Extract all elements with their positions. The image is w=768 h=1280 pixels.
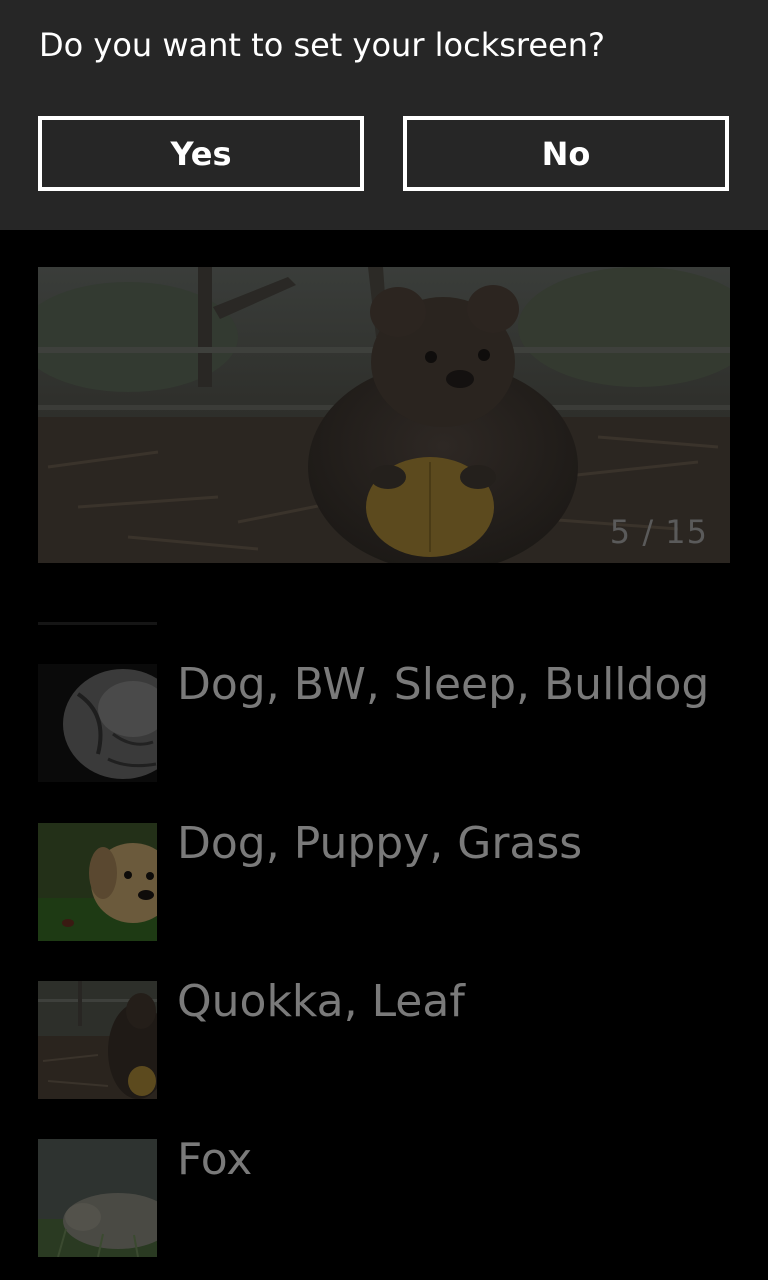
image-counter: 5 / 15 — [609, 513, 708, 551]
no-button[interactable]: No — [403, 116, 729, 191]
puppy-thumbnail — [38, 823, 157, 941]
hero-image[interactable]: 5 / 15 — [38, 267, 730, 563]
list-item-partial — [38, 622, 157, 625]
list-item[interactable]: Quokka, Leaf — [38, 976, 730, 1099]
fox-thumbnail — [38, 1139, 157, 1257]
page-content: 5 / 15 Dog, BW, Sleep, Bulldog Dog, Pupp… — [0, 230, 768, 1280]
bulldog-thumbnail — [38, 664, 157, 782]
list-item[interactable]: Dog, BW, Sleep, Bulldog — [38, 659, 730, 782]
lockscreen-dialog: Do you want to set your locksreen? Yes N… — [0, 0, 768, 230]
list-item[interactable]: Dog, Puppy, Grass — [38, 818, 730, 941]
list-item-label: Quokka, Leaf — [177, 976, 465, 1027]
dialog-message: Do you want to set your locksreen? — [39, 26, 605, 64]
list-item-label: Dog, Puppy, Grass — [177, 818, 583, 869]
list-item[interactable]: Fox — [38, 1134, 730, 1257]
screen: Do you want to set your locksreen? Yes N… — [0, 0, 768, 1280]
yes-button[interactable]: Yes — [38, 116, 364, 191]
quokka-thumbnail — [38, 981, 157, 1099]
list-item-label: Dog, BW, Sleep, Bulldog — [177, 659, 710, 710]
list-item-label: Fox — [177, 1134, 253, 1185]
